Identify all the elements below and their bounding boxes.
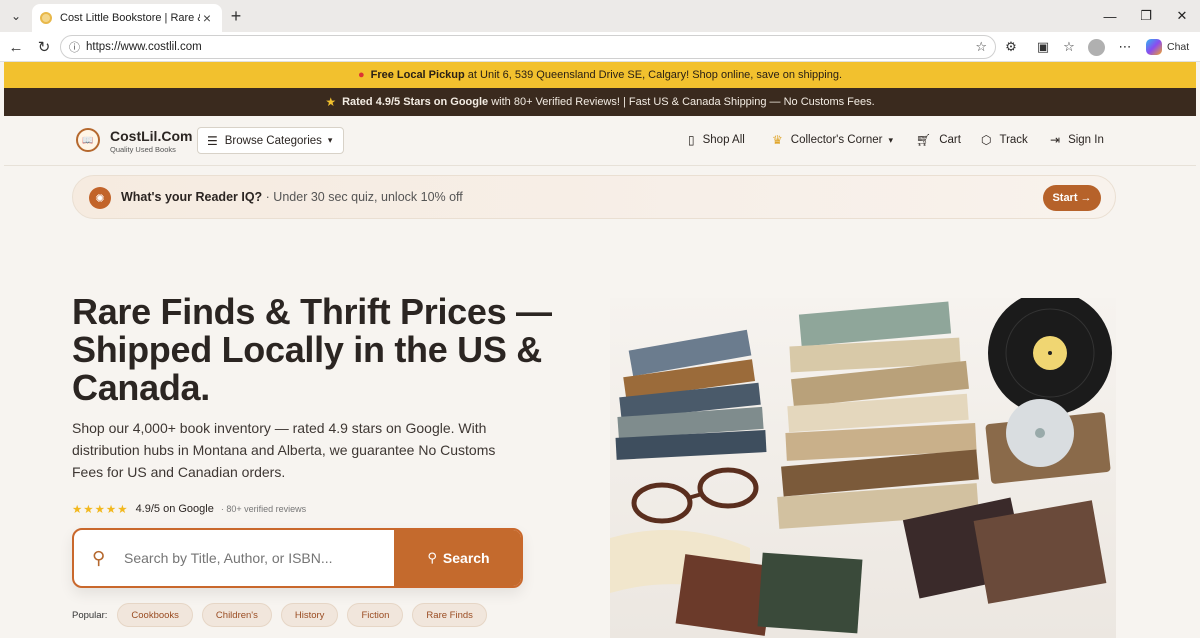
profile-avatar[interactable] — [1088, 39, 1105, 56]
hamburger-icon: ☰ — [207, 133, 218, 148]
quiz-title: What's your Reader IQ? — [121, 190, 263, 204]
sparkle-icon: ✺ — [89, 187, 111, 209]
favorites-icon[interactable]: ☆ — [1060, 38, 1078, 56]
extensions-icon[interactable]: ⚙ — [1002, 38, 1020, 56]
back-icon[interactable]: ← — [6, 37, 26, 57]
favorite-star-icon[interactable]: ☆ — [975, 39, 987, 55]
split-screen-icon[interactable]: ▣ — [1034, 38, 1052, 56]
hero-description: Shop our 4,000+ book inventory — rated 4… — [72, 420, 496, 480]
brand-logo-icon[interactable]: 📖 — [76, 128, 100, 152]
brand-tagline: Quality Used Books — [110, 145, 176, 154]
quiz-text: What's your Reader IQ? · Under 30 sec qu… — [121, 190, 463, 204]
books-and-media-illustration — [610, 298, 1112, 636]
hero-rating: ★★★★★ 4.9/5 on Google · 80+ verified rev… — [72, 502, 306, 516]
search-icon: ⚲ — [92, 548, 106, 568]
rating-value: 4.9/5 on Google — [135, 503, 214, 515]
nav-collectors-label: Collector's Corner — [790, 134, 883, 146]
search-button-label: Search — [442, 550, 490, 566]
brand[interactable]: CostLil.Com Quality Used Books — [110, 128, 192, 154]
nav-track-label: Track — [999, 134, 1028, 146]
close-tab-icon[interactable]: × — [200, 10, 214, 26]
cart-icon: 🛒︎ — [916, 133, 932, 147]
search-icon: ⚲ — [427, 550, 437, 565]
hero-image — [610, 298, 1116, 638]
rating-text: with 80+ Verified Reviews! | Fast US & C… — [488, 96, 875, 108]
package-icon: ⬡ — [981, 133, 992, 147]
browse-categories-button[interactable]: ☰ Browse Categories ▾ — [197, 127, 344, 154]
reload-icon[interactable]: ↻ — [34, 37, 54, 57]
promo-text: at Unit 6, 539 Queensland Drive SE, Calg… — [464, 69, 843, 81]
more-menu-icon[interactable]: ⋯ — [1116, 38, 1134, 56]
promo-bold: Free Local Pickup — [370, 69, 465, 81]
quiz-subtitle: · Under 30 sec quiz, unlock 10% off — [262, 190, 463, 204]
hero-title: Rare Finds & Thrift Prices —Shipped Loca… — [72, 291, 552, 408]
nav-sign-in[interactable]: ⇥ Sign In — [1050, 133, 1104, 147]
rating-banner: ★ Rated 4.9/5 Stars on Google with 80+ V… — [4, 88, 1196, 116]
book-icon: ▯ — [688, 133, 695, 147]
new-tab-icon[interactable]: + — [226, 6, 246, 26]
popular-label: Popular: — [72, 609, 108, 621]
rating-stars-icon: ★★★★★ — [72, 504, 129, 516]
reviews-count: · 80+ verified reviews — [220, 504, 307, 514]
maximize-icon[interactable]: ❐ — [1126, 0, 1166, 32]
crown-icon: ♛ — [772, 133, 783, 147]
nav-track[interactable]: ⬡ Track — [981, 133, 1028, 147]
site-header: 📖 CostLil.Com Quality Used Books ☰ Brows… — [4, 116, 1196, 166]
site-info-icon[interactable]: ⓘ — [69, 39, 80, 55]
browser-tab-bar: ⌄ Cost Little Bookstore | Rare & Colle ×… — [0, 0, 1200, 32]
reader-iq-quiz-banner[interactable]: ✺ What's your Reader IQ? · Under 30 sec … — [72, 175, 1116, 219]
promo-banner: ● Free Local Pickup at Unit 6, 539 Queen… — [4, 62, 1196, 88]
star-icon: ★ — [325, 95, 337, 109]
brand-name: CostLil.Com — [110, 128, 193, 144]
url-field[interactable]: ⓘ https://www.costlil.com ☆ — [60, 35, 996, 59]
browser-tab[interactable]: Cost Little Bookstore | Rare & Colle × — [32, 4, 222, 32]
address-bar: ← ↻ ⓘ https://www.costlil.com ☆ ⚙ ▣ ☆ ⋯ … — [0, 32, 1200, 62]
location-pin-icon: ● — [357, 69, 365, 81]
tab-title: Cost Little Bookstore | Rare & Colle — [60, 12, 200, 24]
quiz-start-button[interactable]: Start → — [1043, 185, 1101, 211]
chip-cookbooks[interactable]: Cookbooks — [117, 603, 193, 627]
minimize-icon[interactable]: — — [1090, 0, 1130, 32]
nav-shop-all-label: Shop All — [702, 134, 745, 146]
web-page: ● Free Local Pickup at Unit 6, 539 Queen… — [4, 62, 1196, 638]
nav-cart[interactable]: 🛒︎ Cart — [916, 133, 961, 147]
chip-history[interactable]: History — [280, 603, 339, 627]
sign-in-icon: ⇥ — [1050, 133, 1061, 147]
close-window-icon[interactable]: ✕ — [1162, 0, 1200, 32]
copilot-icon — [1146, 39, 1162, 55]
search-input[interactable] — [124, 546, 389, 570]
chevron-down-icon: ▾ — [888, 134, 893, 145]
nav-cart-label: Cart — [939, 134, 961, 146]
site-favicon-icon — [40, 12, 52, 24]
search-button[interactable]: ⚲ Search — [394, 530, 521, 586]
nav-shop-all[interactable]: ▯ Shop All — [688, 133, 745, 147]
chip-childrens[interactable]: Children's — [201, 603, 272, 627]
tab-list-dropdown-icon[interactable]: ⌄ — [6, 6, 26, 26]
nav-sign-in-label: Sign In — [1068, 134, 1104, 146]
rating-bold: Rated 4.9/5 Stars on Google — [342, 96, 489, 108]
chip-fiction[interactable]: Fiction — [347, 603, 404, 627]
chip-rare-finds[interactable]: Rare Finds — [412, 603, 487, 627]
url-text: https://www.costlil.com — [86, 41, 202, 53]
popular-tags: Popular: Cookbooks Children's History Fi… — [72, 603, 496, 627]
chevron-down-icon: ▾ — [327, 135, 333, 145]
search-box: ⚲ ⚲ Search — [72, 528, 523, 588]
chat-label: Chat — [1167, 41, 1190, 53]
browse-label: Browse Categories — [224, 134, 322, 147]
nav-collectors-corner[interactable]: ♛ Collector's Corner ▾ — [772, 133, 893, 147]
copilot-chat-button[interactable]: Chat — [1146, 39, 1189, 55]
